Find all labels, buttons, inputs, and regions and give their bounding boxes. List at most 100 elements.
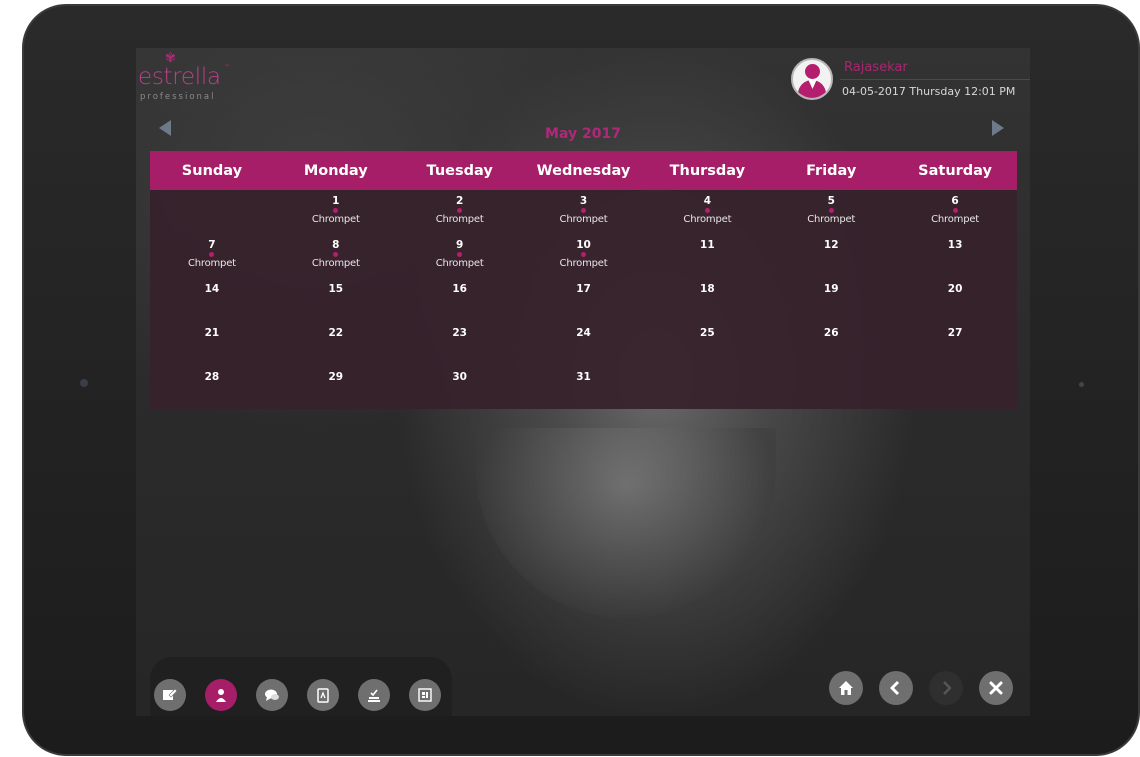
- day-number: 26: [823, 327, 839, 339]
- home-icon: [839, 681, 853, 695]
- calendar-day[interactable]: 23: [398, 322, 522, 366]
- event-dot-icon: [952, 208, 958, 213]
- calendar-day[interactable]: 5 Chrompet: [769, 190, 893, 234]
- day-number: 27: [947, 327, 963, 339]
- bottom-toolbar: [150, 657, 452, 716]
- event-label: Chrompet: [435, 258, 484, 269]
- calendar-day[interactable]: 31: [522, 366, 646, 410]
- front-camera: [80, 379, 88, 387]
- day-number: 17: [576, 283, 591, 295]
- weekday-label: Wednesday: [536, 163, 631, 179]
- calendar-day[interactable]: 17: [522, 278, 646, 322]
- calendar-day[interactable]: 12: [769, 234, 893, 278]
- calendar-day[interactable]: 18: [645, 278, 769, 322]
- calendar-day[interactable]: 7 Chrompet: [150, 234, 274, 278]
- calendar-day[interactable]: 3 Chrompet: [522, 190, 646, 234]
- event-dot-icon: [457, 252, 463, 257]
- trademark-mark: ™: [224, 64, 230, 71]
- stylist-button[interactable]: [205, 679, 237, 711]
- calendar-day[interactable]: 2 Chrompet: [398, 190, 522, 234]
- home-button[interactable]: [829, 671, 863, 705]
- day-number: 22: [328, 327, 344, 339]
- note-edit-button[interactable]: [154, 679, 186, 711]
- day-number: 7: [208, 239, 216, 251]
- calendar-day[interactable]: 1 Chrompet: [274, 190, 398, 234]
- weekday-label: Friday: [806, 163, 857, 179]
- next-month-icon[interactable]: [992, 120, 1004, 136]
- day-number: 12: [823, 239, 839, 251]
- day-number: 6: [951, 195, 959, 207]
- day-number: [893, 371, 1017, 383]
- calendar-day: [769, 366, 893, 410]
- month-title: May 2017: [545, 126, 621, 142]
- user-avatar-icon[interactable]: [791, 58, 833, 100]
- current-datetime: 04-05-2017 Thursday 12:01 PM: [842, 85, 1016, 98]
- background-photo: [476, 428, 776, 618]
- calendar-day[interactable]: 24: [522, 322, 646, 366]
- brand-logo: ✾ estrella ™ professional: [136, 48, 246, 108]
- event-label: Chrompet: [683, 214, 732, 225]
- day-number: 30: [452, 371, 467, 383]
- event-dot-icon: [828, 208, 834, 213]
- calendar-day[interactable]: 21: [150, 322, 274, 366]
- note-edit-icon: [163, 688, 178, 700]
- event-dot-icon: [704, 208, 710, 213]
- chat-icon: [265, 689, 279, 701]
- weekday-label: Sunday: [181, 163, 243, 179]
- event-label: Chrompet: [311, 258, 360, 269]
- day-number: 28: [204, 371, 220, 383]
- calendar-week: 7 Chrompet 8 Chrompet 9 Chrompet 10 Chrompet 11 1…: [150, 234, 1017, 278]
- event-label: Chrompet: [559, 258, 608, 269]
- sensor-dot: [1079, 382, 1084, 387]
- clipboard-button[interactable]: [307, 679, 339, 711]
- calendar-day[interactable]: 4 Chrompet: [645, 190, 769, 234]
- event-label: Chrompet: [931, 214, 980, 225]
- calendar-week: 1 Chrompet 2 Chrompet 3 Chrompet 4 Chrompet 5 Chr…: [150, 190, 1017, 234]
- brand-name: estrella: [138, 64, 221, 90]
- calendar-day[interactable]: 30: [398, 366, 522, 410]
- event-dot-icon: [333, 252, 339, 257]
- divider: [840, 79, 1030, 80]
- weekday-label: Thursday: [669, 163, 746, 179]
- calendar-day[interactable]: 10 Chrompet: [522, 234, 646, 278]
- calendar-day[interactable]: 19: [769, 278, 893, 322]
- calendar-day[interactable]: 27: [893, 322, 1017, 366]
- day-number: [769, 371, 893, 383]
- chat-button[interactable]: [256, 679, 288, 711]
- calendar-day[interactable]: 25: [645, 322, 769, 366]
- calendar-day: [150, 190, 274, 234]
- day-number: [645, 371, 769, 383]
- approve-stamp-button[interactable]: [358, 679, 390, 711]
- forward-button[interactable]: [929, 671, 963, 705]
- weekday-label: Tuesday: [426, 163, 493, 179]
- event-dot-icon: [581, 208, 586, 213]
- day-number: 29: [328, 371, 344, 383]
- calendar-day[interactable]: 20: [893, 278, 1017, 322]
- day-number: 19: [823, 283, 839, 295]
- day-number: 23: [452, 327, 467, 339]
- calendar-day[interactable]: 29: [274, 366, 398, 410]
- event-label: Chrompet: [559, 214, 608, 225]
- calendar-day[interactable]: 13: [893, 234, 1017, 278]
- calendar-day[interactable]: 6 Chrompet: [893, 190, 1017, 234]
- calendar-day[interactable]: 11: [645, 234, 769, 278]
- stylist-icon: [216, 689, 226, 702]
- calendar-day[interactable]: 26: [769, 322, 893, 366]
- calendar-day[interactable]: 9 Chrompet: [398, 234, 522, 278]
- event-dot-icon: [209, 252, 215, 257]
- day-number: 10: [576, 239, 591, 251]
- back-button[interactable]: [879, 671, 913, 705]
- calendar-day[interactable]: 15: [274, 278, 398, 322]
- report-button[interactable]: [409, 679, 441, 711]
- calendar-day[interactable]: 8 Chrompet: [274, 234, 398, 278]
- day-number: 11: [700, 239, 715, 251]
- calendar-day[interactable]: 22: [274, 322, 398, 366]
- calendar-day[interactable]: 16: [398, 278, 522, 322]
- calendar-day[interactable]: 14: [150, 278, 274, 322]
- day-number: 8: [332, 239, 340, 251]
- calendar-day[interactable]: 28: [150, 366, 274, 410]
- chevron-right-icon: [943, 681, 952, 695]
- app-screen: ✾ estrella ™ professional Rajasekar 04-0…: [136, 48, 1030, 716]
- close-icon: [989, 681, 1003, 695]
- close-button[interactable]: [979, 671, 1013, 705]
